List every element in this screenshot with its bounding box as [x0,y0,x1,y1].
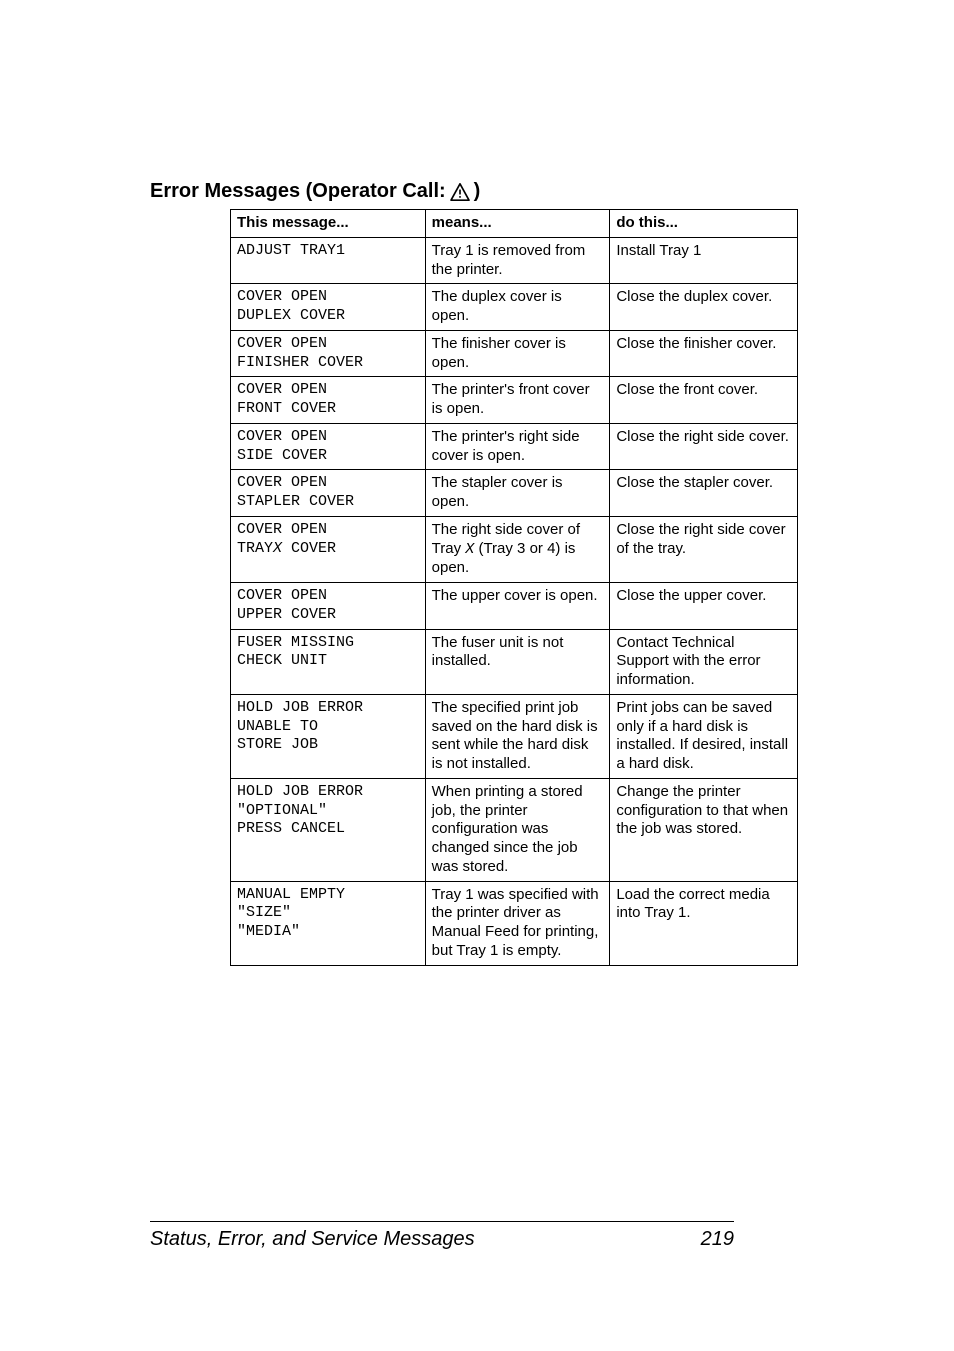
table-row: FUSER MISSING CHECK UNIT The fuser unit … [231,629,798,694]
cell-do: Contact Technical Support with the error… [610,629,798,694]
header-message: This message... [231,210,426,238]
cell-means: Tray 1 is removed from the printer. [425,237,610,284]
cell-means: The stapler cover is open. [425,470,610,517]
warning-icon [450,183,470,201]
cell-do: Close the right side cover of the tray. [610,516,798,582]
cell-message: COVER OPEN FINISHER COVER [231,330,426,377]
cell-message: ADJUST TRAY1 [231,237,426,284]
cell-message: HOLD JOB ERROR "OPTIONAL" PRESS CANCEL [231,778,426,881]
cell-do: Close the duplex cover. [610,284,798,331]
cell-message: COVER OPEN UPPER COVER [231,583,426,630]
table-row: COVER OPEN FRONT COVER The printer's fro… [231,377,798,424]
section-title: Error Messages (Operator Call: ) [150,180,734,203]
variable-x: X [465,541,474,558]
table-row: COVER OPEN UPPER COVER The upper cover i… [231,583,798,630]
cell-message: COVER OPEN TRAYX COVER [231,516,426,582]
cell-means: The fuser unit is not installed. [425,629,610,694]
footer-title: Status, Error, and Service Messages [150,1228,475,1251]
cell-do: Close the stapler cover. [610,470,798,517]
cell-means: The specified print job saved on the har… [425,694,610,778]
cell-means: The upper cover is open. [425,583,610,630]
page-footer: Status, Error, and Service Messages 219 [150,1221,734,1251]
cell-message: COVER OPEN STAPLER COVER [231,470,426,517]
cell-do: Close the upper cover. [610,583,798,630]
table-row: COVER OPEN DUPLEX COVER The duplex cover… [231,284,798,331]
table-row: COVER OPEN SIDE COVER The printer's righ… [231,423,798,470]
cell-message: HOLD JOB ERROR UNABLE TO STORE JOB [231,694,426,778]
cell-means: The duplex cover is open. [425,284,610,331]
title-suffix: ) [474,180,481,203]
table-row: COVER OPEN TRAYX COVER The right side co… [231,516,798,582]
cell-do: Close the right side cover. [610,423,798,470]
table-row: COVER OPEN FINISHER COVER The finisher c… [231,330,798,377]
cell-do: Load the correct media into Tray 1. [610,881,798,965]
header-means: means... [425,210,610,238]
page-container: Error Messages (Operator Call: ) This me… [0,0,954,1351]
table-row: ADJUST TRAY1 Tray 1 is removed from the … [231,237,798,284]
cell-means: When printing a stored job, the printer … [425,778,610,881]
cell-message: COVER OPEN FRONT COVER [231,377,426,424]
page-number: 219 [701,1228,734,1251]
table-header-row: This message... means... do this... [231,210,798,238]
variable-x: X [273,540,282,557]
cell-message: COVER OPEN DUPLEX COVER [231,284,426,331]
cell-do: Install Tray 1 [610,237,798,284]
cell-means: The finisher cover is open. [425,330,610,377]
cell-message: FUSER MISSING CHECK UNIT [231,629,426,694]
cell-means: The right side cover of Tray X (Tray 3 o… [425,516,610,582]
messages-table: This message... means... do this... ADJU… [230,209,798,966]
cell-message: COVER OPEN SIDE COVER [231,423,426,470]
table-row: MANUAL EMPTY "SIZE" "MEDIA" Tray 1 was s… [231,881,798,965]
cell-do: Change the printer configuration to that… [610,778,798,881]
table-row: HOLD JOB ERROR "OPTIONAL" PRESS CANCEL W… [231,778,798,881]
cell-message: MANUAL EMPTY "SIZE" "MEDIA" [231,881,426,965]
cell-means: The printer's front cover is open. [425,377,610,424]
table-row: HOLD JOB ERROR UNABLE TO STORE JOB The s… [231,694,798,778]
cell-means: The printer's right side cover is open. [425,423,610,470]
cell-means: Tray 1 was specified with the printer dr… [425,881,610,965]
cell-do: Close the front cover. [610,377,798,424]
table-row: COVER OPEN STAPLER COVER The stapler cov… [231,470,798,517]
cell-do: Print jobs can be saved only if a hard d… [610,694,798,778]
title-prefix: Error Messages (Operator Call: [150,180,446,203]
cell-do: Close the finisher cover. [610,330,798,377]
header-do-this: do this... [610,210,798,238]
